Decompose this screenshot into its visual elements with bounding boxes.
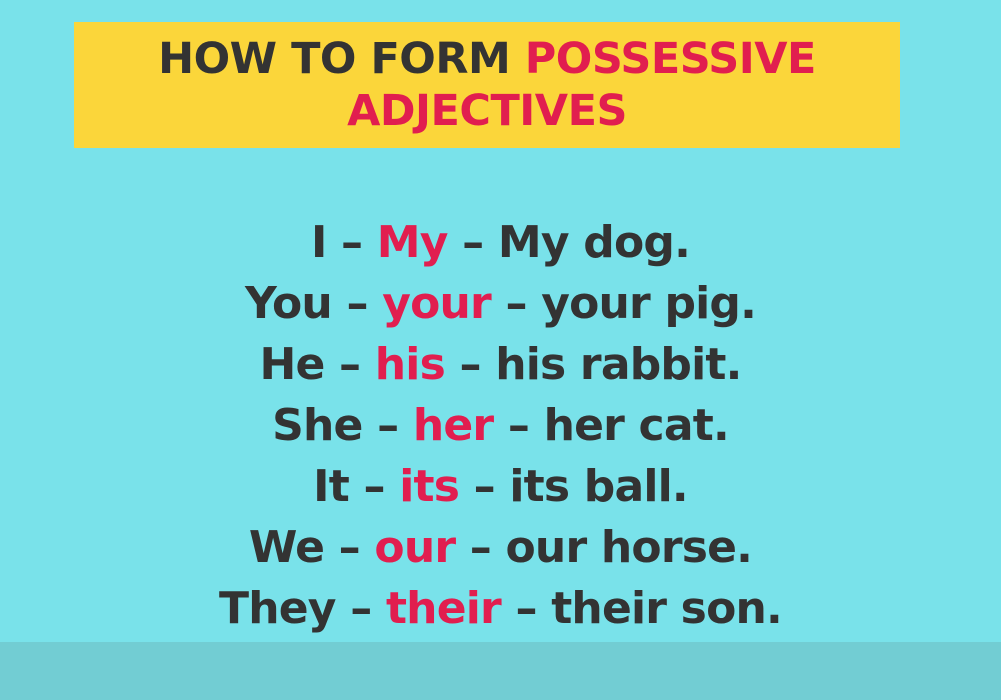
separator: – [444,339,496,390]
example-phrase: her cat. [543,400,730,451]
possessive-adjective: his [374,339,446,390]
separator: – [500,583,552,634]
pronoun: You [244,278,333,329]
title-part-2: POSSESSIVE [524,34,817,84]
example-phrase: your pig. [541,278,757,329]
example-phrase: their son. [551,583,783,634]
separator: – [348,461,400,512]
pronoun-row-i: I – My – My dog. [0,212,1001,273]
separator: – [335,583,386,634]
separator: – [490,278,542,329]
pronoun-row-they: They – their – their son. [0,578,1001,639]
pronoun-row-it: It – its – its ball. [0,456,1001,517]
pronoun-row-she: She – her – her cat. [0,395,1001,456]
possessive-adjective: its [399,461,460,512]
pronoun: I [310,217,327,268]
pronoun: It [313,461,350,512]
possessive-adjective: our [374,522,456,573]
title-line-2: ADJECTIVES [347,86,627,136]
separator: – [331,278,383,329]
pronoun: We [248,522,325,573]
pronoun: She [272,400,363,451]
pronoun-row-you: You – your – your pig. [0,273,1001,334]
pronoun: They [219,583,336,634]
possessive-adjective: My [376,217,449,268]
possessive-adjective: your [382,278,492,329]
bottom-band [0,642,1001,700]
example-phrase: our horse. [505,522,753,573]
example-phrase: his rabbit. [495,339,742,390]
title-banner: HOW TO FORM POSSESSIVE ADJECTIVES [74,22,900,148]
separator: – [455,522,506,573]
separator: – [324,339,375,390]
pronoun-list: I – My – My dog. You – your – your pig. … [0,212,1001,639]
separator: – [493,400,544,451]
pronoun: He [259,339,325,390]
separator: – [459,461,510,512]
separator: – [326,217,377,268]
separator: – [324,522,375,573]
separator: – [362,400,413,451]
example-phrase: My dog. [497,217,691,268]
separator: – [447,217,498,268]
pronoun-row-we: We – our – our horse. [0,517,1001,578]
possessive-adjective: their [385,583,502,634]
pronoun-row-he: He – his – his rabbit. [0,334,1001,395]
title-line-1: HOW TO FORM POSSESSIVE [158,33,816,85]
possessive-adjective: her [412,400,494,451]
example-phrase: its ball. [509,461,688,512]
title-part-1: HOW TO FORM [158,34,525,84]
